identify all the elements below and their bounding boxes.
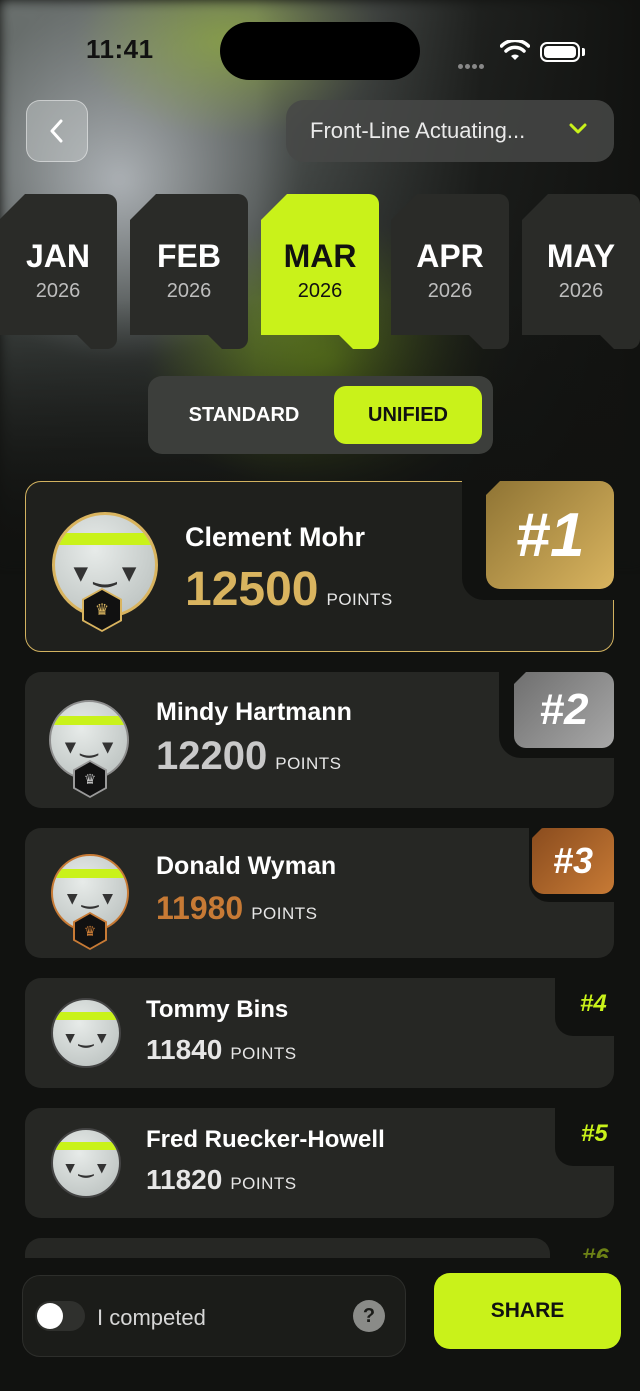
points-label: POINTS <box>275 754 342 773</box>
standard-option[interactable]: STANDARD <box>170 386 318 444</box>
player-points: 11820 POINTS <box>146 1164 297 1195</box>
chevron-left-icon <box>50 119 63 143</box>
competed-label: I competed <box>97 1305 206 1330</box>
toggle-knob <box>37 1303 63 1329</box>
player-points: 11980 POINTS <box>156 890 318 926</box>
year-label: 2026 <box>427 280 473 302</box>
player-name: Mindy Hartmann <box>156 698 352 726</box>
month-label: FEB <box>157 238 221 274</box>
unified-option[interactable]: UNIFIED <box>334 386 482 444</box>
share-button[interactable]: SHARE <box>434 1273 621 1349</box>
player-points: 12200 POINTS <box>156 734 342 778</box>
player-name: Fred Ruecker-Howell <box>146 1126 385 1153</box>
crown-icon: ♛ <box>83 922 97 939</box>
status-time: 11:41 <box>86 34 154 64</box>
rank-label-4: #4 <box>580 990 607 1017</box>
month-label: MAY <box>546 238 616 274</box>
back-button[interactable] <box>26 100 88 162</box>
player-name: Tommy Bins <box>146 996 289 1023</box>
crown-icon: ♛ <box>83 770 97 787</box>
leaderboard-row-4[interactable]: ▾ ‿ ▾ Tommy Bins 11840 POINTS <box>25 976 616 1088</box>
competed-panel: I competed ? <box>22 1275 406 1357</box>
battery-icon <box>540 42 580 62</box>
month-label: JAN <box>25 238 90 274</box>
year-label: 2026 <box>166 280 212 302</box>
dynamic-island <box>220 22 420 80</box>
year-label: 2026 <box>297 280 343 302</box>
competed-toggle[interactable] <box>35 1301 85 1331</box>
player-points: 11840 POINTS <box>146 1034 297 1065</box>
player-name: Clement Mohr <box>185 522 366 552</box>
month-tab-may[interactable]: MAY 2026 <box>522 194 640 349</box>
avatar: ▾ ‿ ▾ <box>51 998 121 1068</box>
leaderboard-row-3[interactable]: ▾ ‿ ▾ ♛ Donald Wyman 11980 POINTS <box>25 826 616 958</box>
rank-badge-3: #3 <box>532 828 614 894</box>
help-icon[interactable]: ? <box>353 1300 385 1332</box>
year-label: 2026 <box>558 280 604 302</box>
player-name: Donald Wyman <box>156 852 337 880</box>
month-tab-jan[interactable]: JAN 2026 <box>0 194 117 349</box>
status-bar: 11:41 <box>0 0 640 100</box>
rank-badge-2: #2 <box>514 672 614 748</box>
rank-label-5: #5 <box>581 1120 608 1147</box>
month-tab-apr[interactable]: APR 2026 <box>391 194 509 349</box>
chevron-down-icon <box>569 123 587 134</box>
points-label: POINTS <box>230 1044 297 1063</box>
category-dropdown[interactable]: Front-Line Actuating... <box>286 100 614 162</box>
rank-badge-1: #1 <box>486 481 614 589</box>
month-tab-mar[interactable]: MAR 2026 <box>261 194 379 349</box>
wifi-icon <box>500 40 530 60</box>
dropdown-value: Front-Line Actuating... <box>310 118 526 143</box>
crown-icon: ♛ <box>94 602 110 619</box>
month-tab-feb[interactable]: FEB 2026 <box>130 194 248 349</box>
avatar: ▾ ‿ ▾ <box>51 1128 121 1198</box>
month-label: MAR <box>283 238 357 274</box>
points-label: POINTS <box>251 904 318 923</box>
battery-tip <box>582 48 585 56</box>
signal-icon <box>458 56 492 69</box>
leaderboard-row-5[interactable]: ▾ ‿ ▾ Fred Ruecker-Howell 11820 POINTS <box>25 1106 616 1218</box>
player-points: 12500 POINTS <box>185 563 393 616</box>
year-label: 2026 <box>35 280 81 302</box>
points-label: POINTS <box>326 590 393 609</box>
mode-segmented-control: STANDARD UNIFIED <box>148 376 493 454</box>
points-label: POINTS <box>230 1174 297 1193</box>
month-label: APR <box>416 238 484 274</box>
